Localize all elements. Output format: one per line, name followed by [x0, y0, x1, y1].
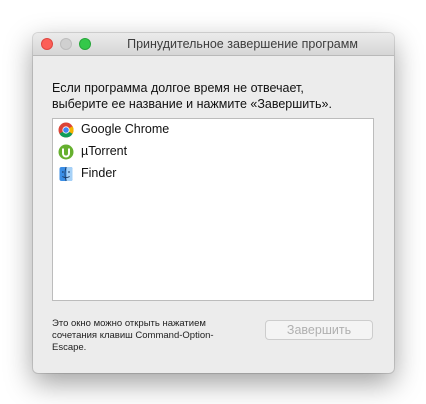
- instructions-text: Если программа долгое время не отвечает,…: [52, 80, 382, 112]
- shortcut-hint: Это окно можно открыть нажатием сочетани…: [52, 318, 282, 354]
- window-title: Принудительное завершение программ: [127, 37, 358, 51]
- app-name: Finder: [81, 166, 117, 180]
- instructions-line-2: выберите ее название и нажмите «Завершит…: [52, 97, 332, 111]
- close-button[interactable]: [41, 38, 53, 50]
- app-name: µTorrent: [81, 144, 128, 158]
- app-list[interactable]: Google Chrome µTorrent Finder: [52, 118, 374, 301]
- shortcut-hint-line-1: Это окно можно открыть нажатием: [52, 318, 206, 329]
- title-bar[interactable]: Принудительное завершение программ: [33, 33, 394, 56]
- list-item-utorrent[interactable]: µTorrent: [53, 141, 373, 163]
- minimize-button: [60, 38, 72, 50]
- app-name: Google Chrome: [81, 122, 170, 136]
- list-item-finder[interactable]: Finder: [53, 163, 373, 185]
- finder-icon: [58, 166, 74, 182]
- force-quit-button[interactable]: Завершить: [265, 320, 373, 340]
- shortcut-hint-line-2: сочетания клавиш Command-Option-: [52, 330, 214, 341]
- force-quit-window: Принудительное завершение программ Если …: [33, 33, 394, 373]
- chrome-icon: [58, 122, 74, 138]
- instructions-line-1: Если программа долгое время не отвечает,: [52, 81, 304, 95]
- shortcut-hint-line-3: Escape.: [52, 342, 87, 353]
- utorrent-icon: [58, 144, 74, 160]
- zoom-button[interactable]: [79, 38, 91, 50]
- list-item-google-chrome[interactable]: Google Chrome: [53, 119, 373, 141]
